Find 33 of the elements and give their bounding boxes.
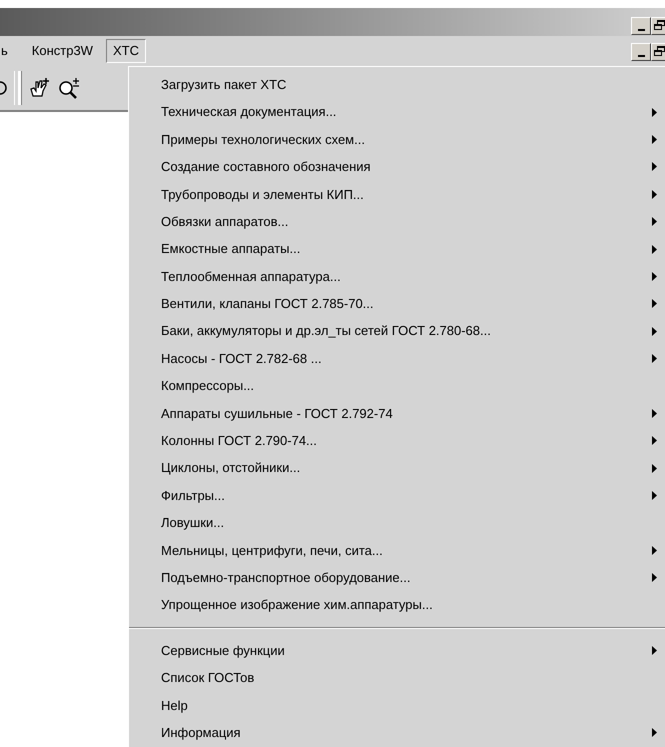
menu-item[interactable]: Подъемно-транспортное оборудование... xyxy=(129,564,665,592)
menu-bar-item[interactable]: Констр3W xyxy=(24,39,100,63)
menu-item[interactable]: Теплообменная аппаратура... xyxy=(129,262,665,290)
menu-item[interactable]: Баки, аккумуляторы и др.эл_ты сетей ГОСТ 2.780-68... xyxy=(129,318,665,345)
menu-item[interactable]: Компрессоры... xyxy=(129,372,665,400)
menu-item[interactable]: Вентили, клапаны ГОСТ 2.785-70... xyxy=(129,290,665,318)
menu-item[interactable]: Список ГОСТов xyxy=(129,664,665,692)
menu-item[interactable]: Примеры технологических схем... xyxy=(129,126,665,154)
menu-item[interactable]: Емкостные аппараты... xyxy=(129,235,665,263)
menu-item[interactable]: Техническая документация... xyxy=(129,98,665,126)
toolbar-grip xyxy=(14,71,22,105)
menu-item[interactable]: Фильтры... xyxy=(129,482,665,510)
menu-item[interactable]: Загрузить пакет XTC xyxy=(129,71,665,98)
menu-bar-item[interactable]: ь xyxy=(0,39,15,63)
menu-item[interactable]: Насосы - ГОСТ 2.782-68 ... xyxy=(129,344,665,372)
menu-item[interactable]: Мельницы, центрифуги, печи, сита... xyxy=(129,536,665,564)
menu-item[interactable]: Ловушки... xyxy=(129,509,665,537)
menu-bar-item[interactable]: XTC xyxy=(106,39,146,63)
restore-icon[interactable] xyxy=(651,17,665,35)
menu-item[interactable]: Циклоны, отстойники... xyxy=(129,454,665,482)
menu-item[interactable]: Упрощенное изображение хим.аппаратуры... xyxy=(129,591,665,619)
zoom-icon[interactable] xyxy=(58,76,82,100)
menu-item[interactable]: Создание составного обозначения xyxy=(129,153,665,181)
minimize-icon[interactable] xyxy=(631,17,651,35)
restore-icon[interactable] xyxy=(651,43,665,61)
menu-item[interactable]: Колонны ГОСТ 2.790-74... xyxy=(129,427,665,454)
menu-item[interactable]: Трубопроводы и элементы КИП... xyxy=(129,180,665,208)
minimize-icon[interactable] xyxy=(631,43,651,61)
menu-item[interactable]: Аппараты сушильные - ГОСТ 2.792-74 xyxy=(129,400,665,428)
menu-item[interactable]: Help xyxy=(129,692,665,719)
menu-item[interactable]: Сервисные функции xyxy=(129,636,665,664)
menu-item[interactable]: Обвязки аппаратов... xyxy=(129,208,665,236)
menu-item[interactable]: Информация xyxy=(129,718,665,746)
